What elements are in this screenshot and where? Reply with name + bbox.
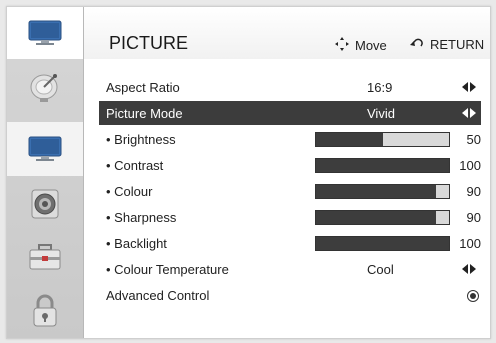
level-slider-fill [316,211,436,224]
level-slider[interactable] [315,158,450,173]
padlock-icon [30,293,60,329]
monitor-icon [27,19,63,47]
menu-row[interactable]: Advanced Control [99,283,481,307]
toolbox-icon [27,242,63,272]
menu-row[interactable]: • Brightness 50 [99,127,481,151]
return-hint: RETURN [408,37,484,52]
level-slider[interactable] [315,236,450,251]
level-slider-fill [316,237,449,250]
sidebar-item-time[interactable] [7,230,83,284]
left-right-arrows-icon[interactable] [462,264,476,274]
move-label: Move [355,38,387,53]
level-value: 90 [466,184,481,199]
sidebar-item-sound[interactable] [7,177,83,231]
level-value: 90 [466,210,481,225]
menu-row-label: Aspect Ratio [106,80,180,95]
menu-row-value: Vivid [367,106,395,121]
level-value: 50 [466,132,481,147]
level-slider-fill [316,133,383,146]
menu-row[interactable]: • Backlight 100 [99,231,481,255]
level-value: 100 [459,236,481,251]
speaker-icon [28,187,62,221]
menu-row[interactable]: • Colour 90 [99,179,481,203]
left-right-arrows-icon[interactable] [462,108,476,118]
menu-row-label: • Colour [106,184,153,199]
sidebar-item-screen[interactable] [7,7,83,59]
monitor-icon [27,135,63,163]
sidebar-item-satellite[interactable] [7,61,83,115]
satellite-dish-icon [27,71,63,105]
menu-row[interactable]: • Contrast 100 [99,153,481,177]
menu-row-label: Advanced Control [106,288,210,303]
sidebar-item-picture[interactable] [7,122,83,176]
menu-row[interactable]: Aspect Ratio 16:9 [99,75,481,99]
menu-row-label: • Brightness [106,132,176,147]
page-title: PICTURE [109,33,189,53]
menu-row-label: • Backlight [106,236,167,251]
submenu-indicator-icon[interactable] [467,290,479,302]
level-slider[interactable] [315,132,450,147]
sidebar [7,7,84,338]
picture-menu-window: PICTURE Move RETURN Aspect Ratio 16:9 Pict… [6,6,491,339]
move-arrows-icon [335,37,349,54]
menu-row-label: • Sharpness [106,210,177,225]
menu-row-label: • Contrast [106,158,164,173]
level-slider-fill [316,159,449,172]
level-slider-fill [316,185,436,198]
level-slider[interactable] [315,184,450,199]
menu-row-value: 16:9 [367,80,393,95]
move-hint: Move [335,37,387,54]
menu-row[interactable]: • Colour Temperature Cool [99,257,481,281]
return-icon [408,37,424,52]
menu-row-value: Cool [367,262,394,277]
menu-row[interactable]: Picture Mode Vivid [99,101,481,125]
menu-row-label: Picture Mode [106,106,183,121]
level-slider[interactable] [315,210,450,225]
sidebar-item-lock[interactable] [7,284,83,338]
level-value: 100 [459,158,481,173]
menu-row[interactable]: • Sharpness 90 [99,205,481,229]
left-right-arrows-icon[interactable] [462,82,476,92]
return-label: RETURN [430,37,485,52]
menu-row-label: • Colour Temperature [106,262,229,277]
